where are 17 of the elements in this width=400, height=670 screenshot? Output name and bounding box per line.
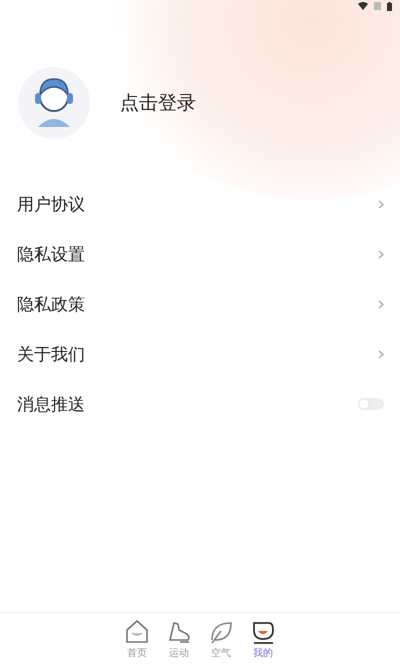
wifi-icon	[358, 2, 368, 10]
avatar-icon[interactable]	[18, 67, 90, 139]
menu-item-label[interactable]: 隐私政策	[17, 292, 85, 316]
toggle-switch[interactable]	[358, 398, 384, 410]
signal-icon	[374, 2, 381, 10]
menu-item-label[interactable]: 用户协议	[17, 192, 85, 216]
menu-item-label[interactable]: 隐私设置	[17, 242, 85, 266]
menu-item-label[interactable]: 消息推送	[17, 392, 85, 416]
battery-icon	[387, 2, 392, 11]
chevron-right-icon	[378, 250, 384, 258]
chevron-right-icon	[378, 350, 384, 358]
menu-item-label[interactable]: 关于我们	[17, 342, 85, 366]
nav-tab[interactable]: 我的	[249, 618, 277, 670]
login-link[interactable]: 点击登录	[120, 90, 196, 116]
house-icon	[123, 618, 151, 646]
chevron-right-icon	[378, 200, 384, 208]
chevron-right-icon	[378, 300, 384, 308]
